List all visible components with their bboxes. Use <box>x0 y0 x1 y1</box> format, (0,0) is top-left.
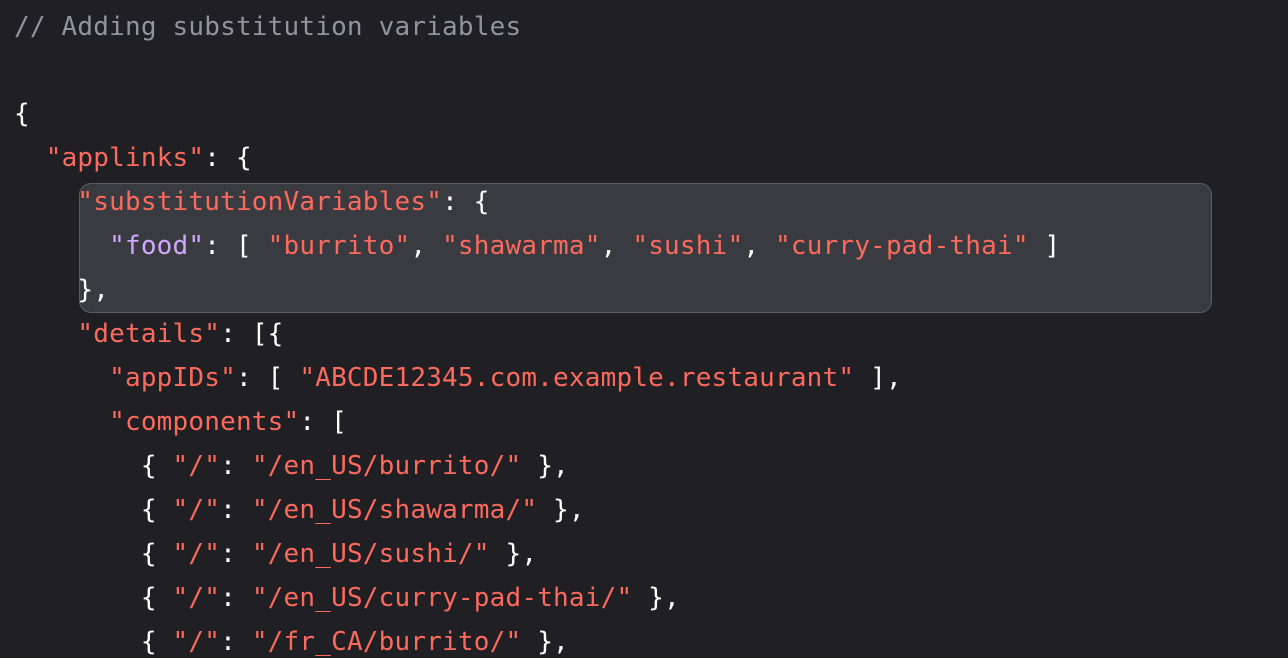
code-line-component: { "/": "/en_US/curry-pad-thai/" }, <box>14 576 680 620</box>
component-open-brace: { <box>140 539 173 569</box>
food-value-curry-pad-thai: "curry-pad-thai" <box>775 231 1029 261</box>
food-comma: , <box>743 231 776 261</box>
component-value: "/en_US/curry-pad-thai/" <box>251 583 633 613</box>
component-value: "/en_US/burrito/" <box>251 451 522 481</box>
component-value: "/en_US/sushi/" <box>251 539 490 569</box>
component-open-brace: { <box>140 451 173 481</box>
appids-open-bracket: : [ <box>235 363 300 393</box>
component-close-brace: }, <box>489 539 538 569</box>
code-line-appids: "appIDs": [ "ABCDE12345.com.example.rest… <box>14 356 902 400</box>
component-close-brace: }, <box>521 451 569 481</box>
component-key: "/" <box>172 495 221 525</box>
code-line-component: { "/": "/fr_CA/burrito/" }, <box>14 620 569 658</box>
component-colon: : <box>220 583 252 613</box>
code-line-component: { "/": "/en_US/shawarma/" }, <box>14 488 585 532</box>
food-value-shawarma: "shawarma" <box>442 231 601 261</box>
code-line-components: "components": [ <box>14 400 347 444</box>
applinks-punctuation: : { <box>204 143 252 173</box>
components-punctuation: : [ <box>299 407 347 437</box>
component-colon: : <box>220 495 252 525</box>
food-comma: , <box>600 231 633 261</box>
food-value-burrito: "burrito" <box>267 231 411 261</box>
food-value-sushi: "sushi" <box>632 231 744 261</box>
code-line-component: { "/": "/en_US/burrito/" }, <box>14 444 569 488</box>
applinks-key: "applinks" <box>45 143 205 173</box>
component-key: "/" <box>172 583 221 613</box>
appids-key: "appIDs" <box>109 363 236 393</box>
code-line-component: { "/": "/en_US/sushi/" }, <box>14 532 537 576</box>
food-open-bracket: : [ <box>204 231 268 261</box>
appids-value: "ABCDE12345.com.example.restaurant" <box>299 363 855 393</box>
code-comment: // Adding substitution variables <box>14 12 522 42</box>
open-brace: { <box>14 99 30 129</box>
component-colon: : <box>220 451 252 481</box>
food-close-bracket: ] <box>1028 231 1061 261</box>
component-value: "/en_US/shawarma/" <box>251 495 538 525</box>
food-comma: , <box>410 231 443 261</box>
code-line-food: "food": [ "burrito", "shawarma", "sushi"… <box>14 224 1060 268</box>
component-close-brace: }, <box>537 495 585 525</box>
component-open-brace: { <box>140 583 173 613</box>
component-colon: : <box>220 627 252 657</box>
component-colon: : <box>220 539 252 569</box>
component-open-brace: { <box>140 627 173 657</box>
substitution-variables-punctuation: : { <box>442 187 490 217</box>
code-editor: // Adding substitution variables { "appl… <box>0 0 1288 658</box>
details-key: "details" <box>77 319 221 349</box>
component-close-brace: }, <box>521 627 569 657</box>
substitution-variables-key: "substitutionVariables" <box>77 187 443 217</box>
component-value: "/fr_CA/burrito/" <box>251 627 522 657</box>
component-key: "/" <box>172 627 221 657</box>
appids-close-bracket: ], <box>854 363 902 393</box>
code-line-substitution-variables: "substitutionVariables": { <box>14 180 490 224</box>
code-line-details: "details": [{ <box>14 312 284 356</box>
substitution-variables-close: }, <box>77 275 110 305</box>
code-line-open-brace: { <box>14 92 30 136</box>
code-line-applinks: "applinks": { <box>14 136 252 180</box>
component-key: "/" <box>172 539 221 569</box>
food-key: "food" <box>109 231 205 261</box>
component-open-brace: { <box>140 495 173 525</box>
component-key: "/" <box>172 451 221 481</box>
components-key: "components" <box>109 407 300 437</box>
component-close-brace: }, <box>632 583 680 613</box>
code-line-substitution-close: }, <box>14 268 109 312</box>
details-punctuation: : [{ <box>220 319 284 349</box>
